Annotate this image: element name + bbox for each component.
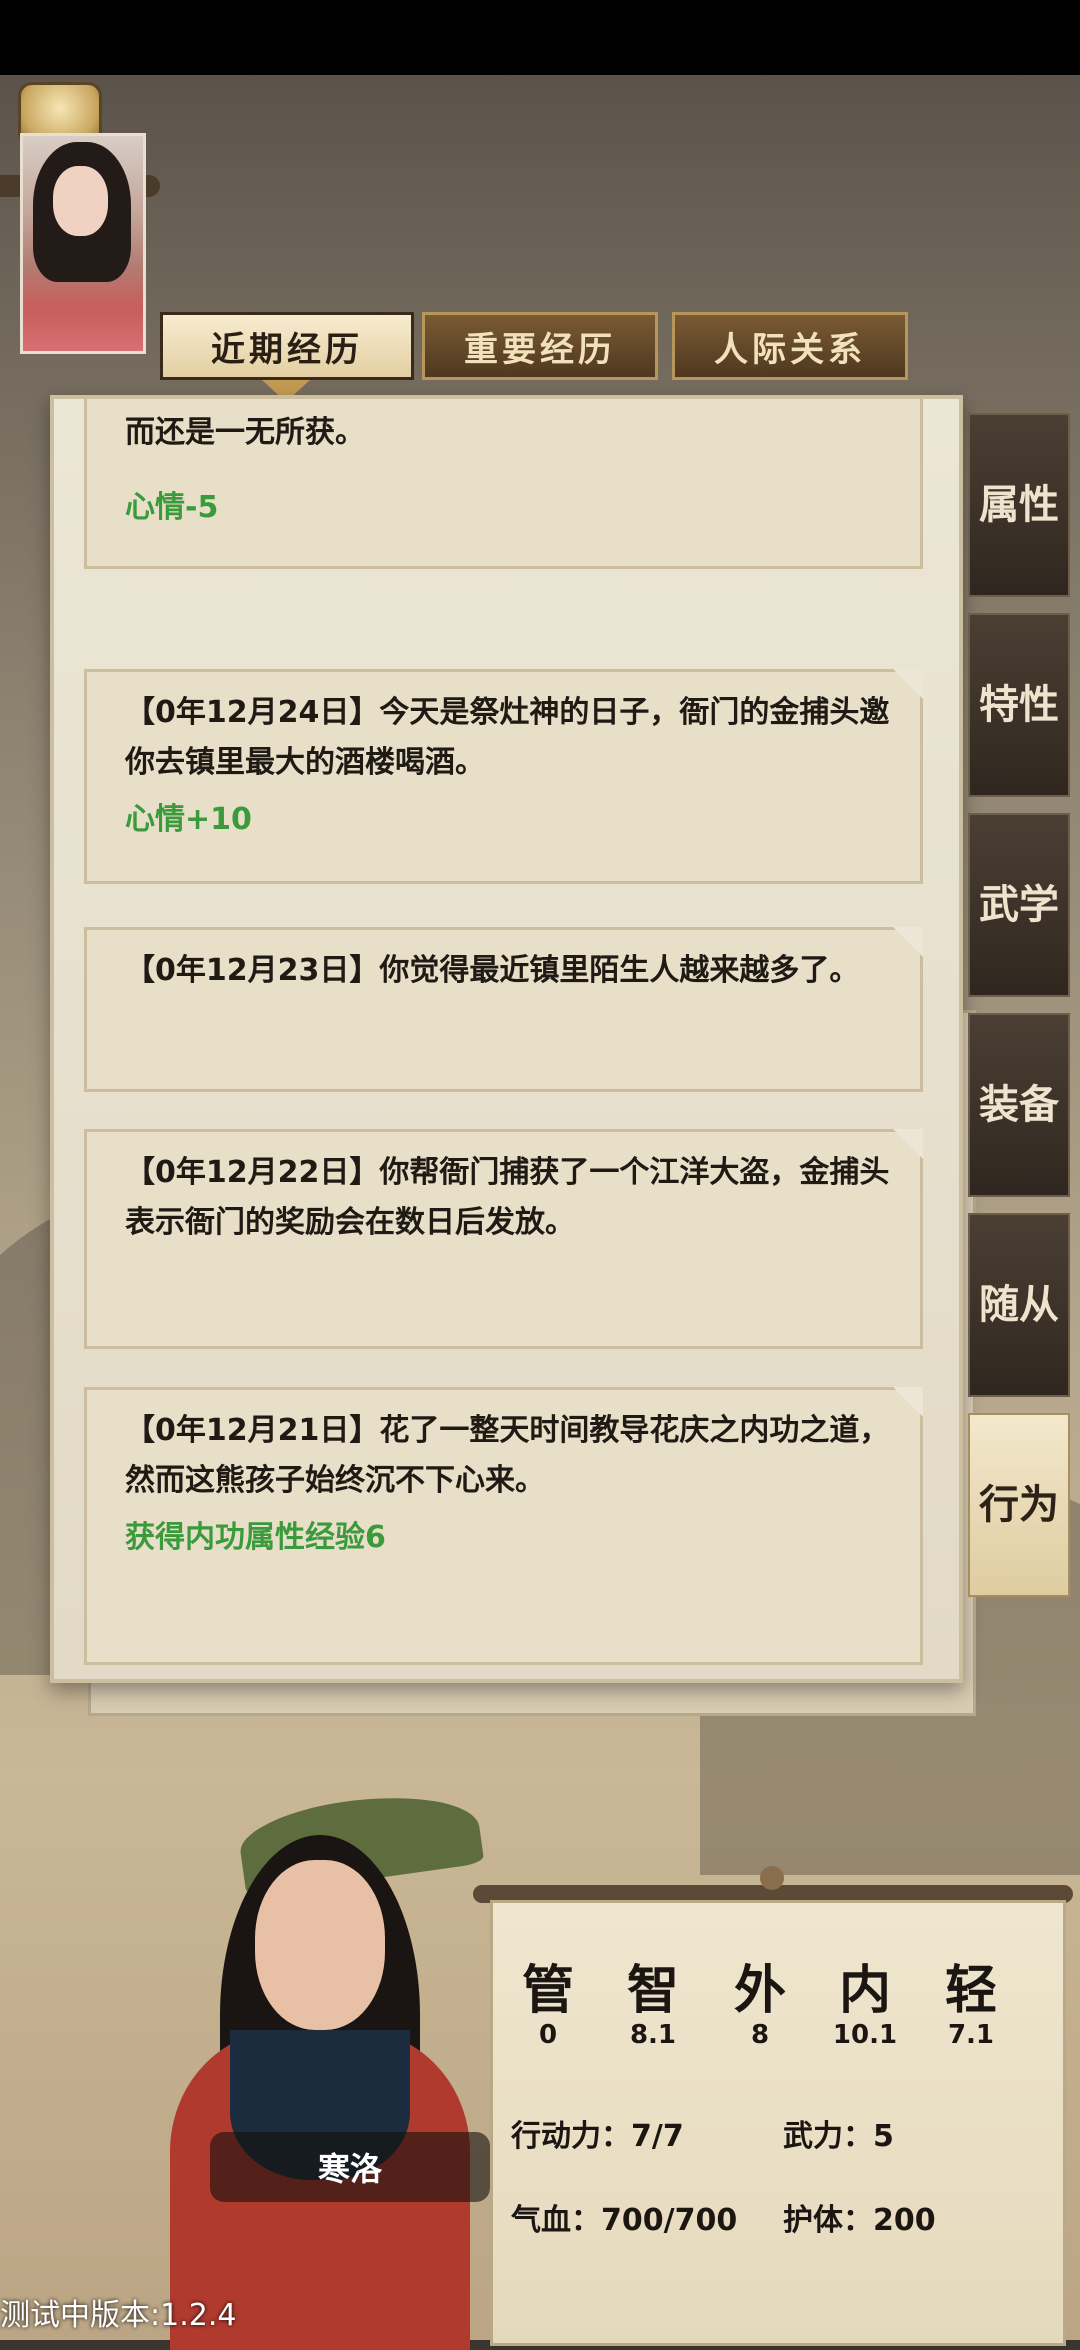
character-portrait[interactable] [0, 1760, 500, 2350]
hp-stat: 气血：700/700 [511, 2203, 738, 2238]
attribute-label: 轻 [944, 1960, 997, 2021]
attribute-value: 0 [538, 2020, 558, 2050]
side-tab-label: 行为 [979, 1482, 1059, 1528]
version-label: 测试中版本:1.2.4 [0, 2298, 237, 2333]
side-tab-behavior[interactable]: 行为 [968, 1413, 1070, 1597]
attribute-value: 8 [750, 2020, 770, 2050]
attribute-value: 10.1 [832, 2020, 898, 2050]
action-points: 行动力：7/7 [511, 2119, 684, 2154]
player-avatar[interactable] [20, 133, 146, 354]
side-tab-equipment[interactable]: 装备 [968, 1013, 1070, 1197]
attribute-value: 8.1 [629, 2020, 677, 2050]
attribute-item: 管 0 [498, 1948, 598, 2050]
attribute-label: 外 [733, 1960, 786, 2021]
scroll-knob [760, 1866, 784, 1890]
entry-text: 【0年12月21日】花了一整天时间教导花庆之内功之道，然而这熊孩子始终沉不下心来… [125, 1413, 890, 1498]
entry-effect: 心情-5 [125, 490, 219, 525]
attribute-label: 内 [838, 1960, 891, 2021]
list-item: 【0年12月21日】花了一整天时间教导花庆之内功之道，然而这熊孩子始终沉不下心来… [84, 1387, 923, 1665]
entry-effect: 心情+10 [125, 802, 252, 837]
entry-text: 【0年12月23日】你觉得最近镇里陌生人越来越多了。 [125, 953, 860, 988]
side-tab-label: 属性 [979, 482, 1059, 528]
attribute-item: 外 8 [710, 1948, 810, 2050]
list-item: 【0年12月25日】你跑去询问驿丞有没有北方的信件，然而还是一无所获。 心情-5 [84, 399, 923, 569]
entry-text: 【0年12月24日】今天是祭灶神的日子，衙门的金捕头邀你去镇里最大的酒楼喝酒。 [125, 695, 890, 780]
list-item: 【0年12月24日】今天是祭灶神的日子，衙门的金捕头邀你去镇里最大的酒楼喝酒。 … [84, 669, 923, 884]
side-tab-attributes[interactable]: 属性 [968, 413, 1070, 597]
character-name: 寒洛 [317, 2150, 382, 2188]
side-tab-label: 特性 [979, 682, 1059, 728]
stats-panel: 管 0 智 8.1 外 8 内 10.1 轻 7.1 行动力：7/7 武力：5 … [490, 1900, 1066, 2346]
attribute-item: 内 10.1 [815, 1948, 915, 2050]
armor-stat: 护体：200 [783, 2203, 936, 2238]
entry-text: 【0年12月25日】你跑去询问驿丞有没有北方的信件，然而还是一无所获。 [125, 399, 889, 450]
tab-important-experiences[interactable]: 重要经历 [422, 312, 658, 380]
attribute-label: 管 [521, 1960, 574, 2021]
force-stat: 武力：5 [783, 2119, 894, 2154]
side-tab-traits[interactable]: 特性 [968, 613, 1070, 797]
entry-text: 【0年12月22日】你帮衙门捕获了一个江洋大盗，金捕头表示衙门的奖励会在数日后发… [125, 1155, 890, 1240]
list-item: 【0年12月22日】你帮衙门捕获了一个江洋大盗，金捕头表示衙门的奖励会在数日后发… [84, 1129, 923, 1349]
entry-effect: 获得内功属性经验6 [125, 1520, 386, 1555]
side-tab-label: 武学 [979, 882, 1059, 928]
attribute-value: 7.1 [947, 2020, 995, 2050]
side-tab-label: 随从 [979, 1282, 1059, 1328]
experience-list-panel[interactable]: 【0年12月25日】你跑去询问驿丞有没有北方的信件，然而还是一无所获。 心情-5… [50, 395, 963, 1683]
tab-recent-experiences[interactable]: 近期经历 [160, 312, 414, 380]
side-tab-followers[interactable]: 随从 [968, 1213, 1070, 1397]
tab-relationships[interactable]: 人际关系 [672, 312, 908, 380]
side-tab-martial-arts[interactable]: 武学 [968, 813, 1070, 997]
attribute-item: 轻 7.1 [921, 1948, 1021, 2050]
attribute-item: 智 8.1 [603, 1948, 703, 2050]
attribute-label: 智 [626, 1960, 679, 2021]
side-tab-label: 装备 [979, 1082, 1059, 1128]
list-item: 【0年12月23日】你觉得最近镇里陌生人越来越多了。 [84, 927, 923, 1092]
status-bar [0, 0, 1080, 75]
